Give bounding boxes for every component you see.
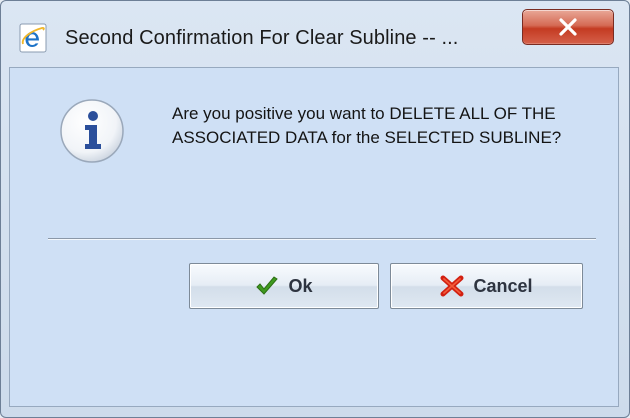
title-bar[interactable]: Second Confirmation For Clear Subline --… bbox=[1, 1, 629, 63]
ie-icon bbox=[19, 23, 47, 53]
cancel-button[interactable]: Cancel bbox=[390, 263, 583, 309]
checkmark-icon bbox=[255, 275, 279, 297]
ok-button[interactable]: Ok bbox=[189, 263, 379, 309]
ok-button-label: Ok bbox=[288, 275, 313, 296]
red-x-icon bbox=[440, 275, 464, 297]
close-icon bbox=[559, 18, 577, 36]
confirmation-message: Are you positive you want to DELETE ALL … bbox=[172, 104, 562, 147]
window-title: Second Confirmation For Clear Subline --… bbox=[65, 27, 459, 49]
cancel-button-label: Cancel bbox=[473, 275, 533, 296]
divider bbox=[48, 238, 596, 240]
dialog-body: Are you positive you want to DELETE ALL … bbox=[9, 67, 619, 407]
close-button[interactable] bbox=[522, 9, 614, 45]
info-icon bbox=[58, 97, 126, 165]
dialog-window: Second Confirmation For Clear Subline --… bbox=[0, 0, 630, 418]
